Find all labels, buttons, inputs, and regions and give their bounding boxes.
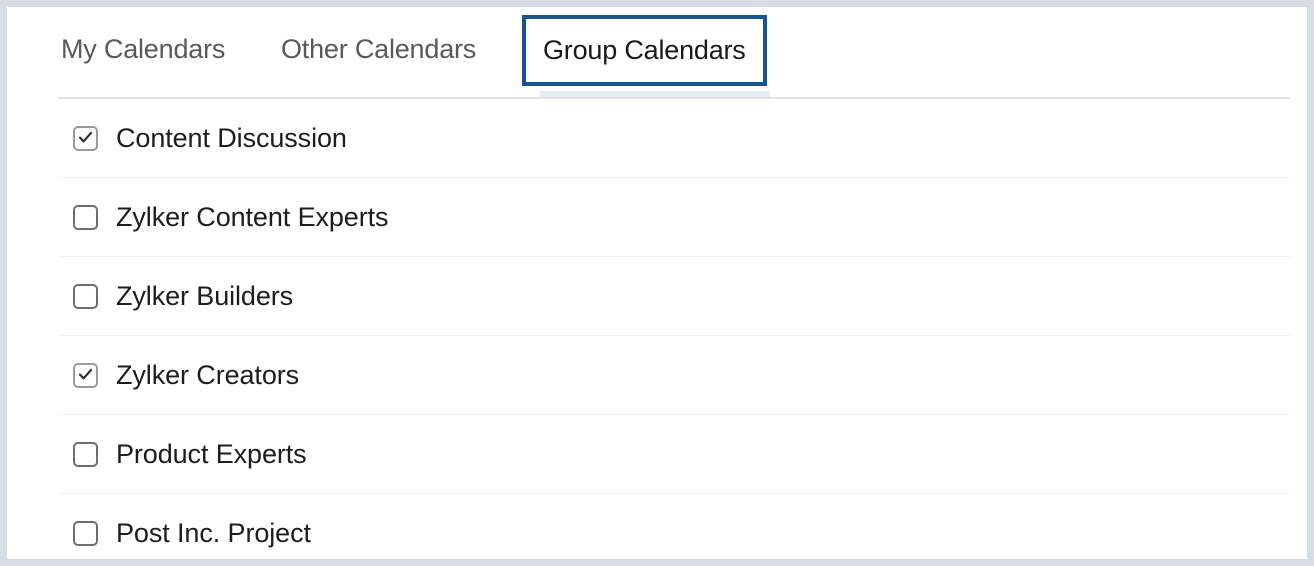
calendar-list-item-label: Zylker Content Experts bbox=[116, 202, 388, 233]
tab-group-calendars[interactable]: Group Calendars bbox=[522, 15, 767, 86]
calendar-list-item[interactable]: Zylker Builders bbox=[7, 257, 1307, 336]
calendar-list-item[interactable]: Zylker Content Experts bbox=[7, 178, 1307, 257]
tab-other-calendars-label: Other Calendars bbox=[281, 34, 476, 65]
checkbox-unchecked-icon[interactable] bbox=[73, 442, 98, 467]
calendar-list-item[interactable]: Content Discussion bbox=[7, 99, 1307, 178]
calendar-list-item-label: Product Experts bbox=[116, 439, 307, 470]
tab-my-calendars-label: My Calendars bbox=[61, 34, 225, 65]
calendar-list-item-label: Zylker Creators bbox=[116, 360, 299, 391]
app-frame: My Calendars Other Calendars Group Calen… bbox=[0, 0, 1314, 566]
calendar-list-item[interactable]: Zylker Creators bbox=[7, 336, 1307, 415]
checkbox-checked-icon[interactable] bbox=[73, 363, 98, 388]
calendar-list-item-label: Content Discussion bbox=[116, 123, 347, 154]
tab-group-calendars-label: Group Calendars bbox=[543, 35, 746, 66]
checkbox-checked-icon[interactable] bbox=[73, 126, 98, 151]
tab-other-calendars[interactable]: Other Calendars bbox=[281, 7, 476, 92]
checkbox-unchecked-icon[interactable] bbox=[73, 205, 98, 230]
calendar-list-item[interactable]: Product Experts bbox=[7, 415, 1307, 494]
tab-my-calendars[interactable]: My Calendars bbox=[61, 7, 225, 92]
calendar-list-item[interactable]: Post Inc. Project bbox=[7, 494, 1307, 559]
calendar-list-item-label: Zylker Builders bbox=[116, 281, 293, 312]
checkbox-unchecked-icon[interactable] bbox=[73, 284, 98, 309]
group-calendar-list: Content Discussion Zylker Content Expert… bbox=[7, 99, 1307, 559]
group-calendars-panel: My Calendars Other Calendars Group Calen… bbox=[7, 7, 1307, 559]
calendar-list-item-label: Post Inc. Project bbox=[116, 518, 311, 549]
calendar-tab-bar: My Calendars Other Calendars Group Calen… bbox=[7, 7, 1307, 92]
checkbox-unchecked-icon[interactable] bbox=[73, 521, 98, 546]
